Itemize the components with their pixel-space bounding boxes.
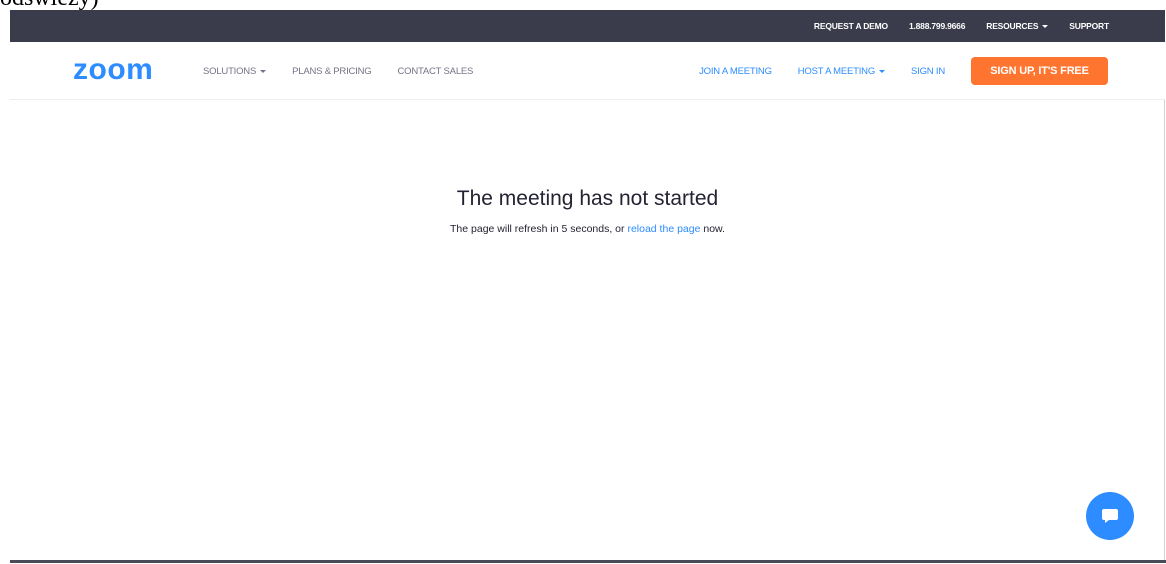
phone-number-label: 1.888.799.9666 bbox=[908, 21, 966, 31]
refresh-message-text: The page will refresh in 5 seconds, or bbox=[450, 223, 628, 235]
cropped-caption-text: odswiezy) bbox=[0, 0, 99, 10]
phone-number-link[interactable]: 1.888.799.9666 bbox=[909, 21, 965, 31]
reload-page-link[interactable]: reload the page bbox=[627, 223, 700, 235]
plans-pricing-label: PLANS & PRICING bbox=[292, 65, 372, 77]
solutions-dropdown[interactable]: SOLUTIONS bbox=[203, 65, 267, 77]
request-demo-link[interactable]: REQUEST A DEMO bbox=[814, 21, 888, 31]
sign-in-link[interactable]: SIGN IN bbox=[911, 66, 945, 77]
support-label: SUPPORT bbox=[1069, 21, 1109, 31]
caret-down-icon bbox=[879, 69, 886, 73]
bottom-divider bbox=[10, 560, 1166, 563]
support-link[interactable]: SUPPORT bbox=[1069, 21, 1109, 31]
zoom-logo[interactable]: zoom bbox=[73, 52, 153, 88]
nav-left-links: SOLUTIONS PLANS & PRICING CONTACT SALES bbox=[203, 42, 499, 100]
chat-bubble-icon bbox=[1102, 509, 1118, 523]
resources-dropdown[interactable]: RESOURCES bbox=[986, 21, 1049, 31]
browser-page: REQUEST A DEMO 1.888.799.9666 RESOURCES … bbox=[10, 10, 1165, 560]
main-nav-bar: zoom SOLUTIONS PLANS & PRICING CONTACT S… bbox=[10, 42, 1165, 100]
caret-down-icon bbox=[260, 69, 267, 73]
top-utility-links: REQUEST A DEMO 1.888.799.9666 RESOURCES … bbox=[793, 10, 1109, 42]
contact-sales-label: CONTACT SALES bbox=[397, 65, 474, 77]
host-meeting-dropdown[interactable]: HOST A MEETING bbox=[797, 65, 886, 77]
refresh-message-end: now. bbox=[700, 223, 725, 235]
signup-label: SIGN UP, IT'S FREE bbox=[990, 65, 1089, 77]
resources-label: RESOURCES bbox=[986, 21, 1039, 31]
solutions-label: SOLUTIONS bbox=[203, 65, 257, 77]
join-meeting-link[interactable]: JOIN A MEETING bbox=[699, 66, 772, 77]
contact-sales-link[interactable]: CONTACT SALES bbox=[397, 66, 473, 77]
caret-down-icon bbox=[1042, 24, 1049, 28]
sign-in-label: SIGN IN bbox=[911, 65, 945, 77]
request-demo-label: REQUEST A DEMO bbox=[813, 21, 888, 31]
page-title: The meeting has not started bbox=[456, 187, 719, 210]
top-utility-bar: REQUEST A DEMO 1.888.799.9666 RESOURCES … bbox=[10, 10, 1165, 42]
nav-right-links: JOIN A MEETING HOST A MEETING SIGN IN SI… bbox=[673, 42, 1108, 100]
host-meeting-label: HOST A MEETING bbox=[797, 65, 876, 77]
main-content: The meeting has not started The page wil… bbox=[10, 100, 1165, 235]
refresh-message: The page will refresh in 5 seconds, or r… bbox=[10, 223, 1165, 235]
page-root: odswiezy) REQUEST A DEMO 1.888.799.9666 … bbox=[0, 0, 1166, 564]
join-meeting-label: JOIN A MEETING bbox=[699, 65, 772, 77]
plans-pricing-link[interactable]: PLANS & PRICING bbox=[292, 65, 372, 77]
signup-button[interactable]: SIGN UP, IT'S FREE bbox=[971, 57, 1108, 85]
chat-button[interactable] bbox=[1086, 492, 1134, 540]
